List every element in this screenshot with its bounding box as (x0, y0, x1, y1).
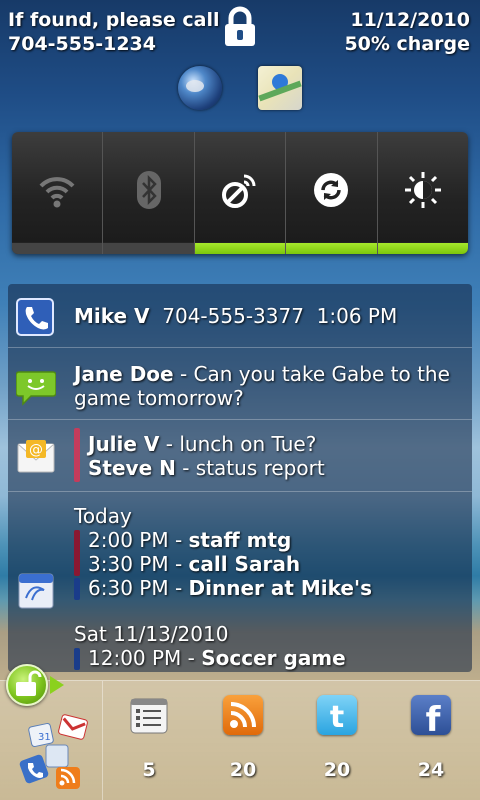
event-time: 6:30 PM (88, 576, 169, 600)
next-day-events: 12:00 PM - Soccer game (88, 646, 346, 670)
email-subject: status report (195, 456, 325, 480)
event-time: 2:00 PM (88, 528, 169, 552)
gps-icon (222, 174, 256, 208)
svg-text:@: @ (29, 442, 43, 458)
brightness-toggle[interactable] (377, 132, 468, 254)
date-text: 11/12/2010 (350, 9, 470, 31)
svg-text:31: 31 (38, 732, 51, 743)
call-time: 1:06 PM (316, 304, 398, 328)
svg-text:f: f (426, 700, 442, 735)
twitter-count: 20 (323, 759, 351, 781)
brightness-icon (404, 172, 441, 208)
brightness-indicator (377, 242, 468, 254)
launcher-dock: 31 5 20 t 20 f 24 (0, 680, 480, 800)
today-label: Today (74, 504, 132, 528)
event-bar (74, 530, 80, 576)
event-item[interactable]: 3:30 PM - call Sarah (88, 552, 372, 576)
event-title: Soccer game (201, 646, 346, 670)
event-time: 12:00 PM (88, 646, 182, 670)
wifi-indicator (12, 242, 103, 254)
sms-sender: Jane Doe (74, 362, 174, 386)
wifi-toggle[interactable] (12, 132, 104, 254)
tasks-icon (129, 695, 169, 735)
event-time: 3:30 PM (88, 552, 169, 576)
status-info: 11/12/2010 50% charge (344, 8, 470, 56)
sms-message-line2: game tomorrow? (74, 386, 244, 410)
email-item[interactable]: Steve N - status report (88, 456, 325, 480)
globe-icon[interactable] (178, 66, 222, 110)
battery-text: 50% charge (344, 33, 470, 55)
sync-toggle[interactable] (286, 132, 378, 254)
event-bar (74, 648, 80, 670)
owner-line-1: If found, please call (8, 9, 220, 31)
unlock-icon (16, 670, 42, 696)
caller-number: 704-555-3377 (162, 304, 304, 328)
caller-name: Mike V (74, 304, 150, 328)
dock-apps: 5 20 t 20 f 24 (102, 681, 480, 800)
calendar-row[interactable]: Today 2:00 PM - staff mtg 3:30 PM - call… (8, 492, 472, 672)
power-control-widget (12, 132, 468, 254)
dock-item-rss[interactable]: 20 (197, 695, 289, 781)
sync-indicator (286, 242, 377, 254)
owner-line-2: 704-555-1234 (8, 33, 156, 55)
email-item[interactable]: Julie V - lunch on Tue? (88, 432, 325, 456)
dock-item-tasks[interactable]: 5 (103, 695, 195, 781)
rss-count: 20 (229, 759, 257, 781)
rss-icon (223, 695, 263, 735)
dock-item-facebook[interactable]: f 24 (385, 695, 477, 781)
event-title: Dinner at Mike's (188, 576, 372, 600)
sms-entry: Jane Doe - Can you take Gabe to the game… (74, 362, 450, 410)
event-title: staff mtg (188, 528, 292, 552)
dock-item-twitter[interactable]: t 20 (291, 695, 383, 781)
svg-text:t: t (330, 700, 344, 735)
missed-call-row[interactable]: Mike V 704-555-3377 1:06 PM (8, 284, 472, 348)
gps-toggle[interactable] (194, 132, 287, 254)
app-cluster-icon[interactable]: 31 (16, 707, 96, 793)
bluetooth-indicator (103, 242, 194, 254)
event-bar (74, 578, 80, 600)
email-icon: @ (16, 438, 56, 478)
call-entry: Mike V 704-555-3377 1:06 PM (74, 304, 397, 328)
event-item[interactable]: 6:30 PM - Dinner at Mike's (88, 576, 372, 600)
facebook-icon: f (411, 695, 451, 740)
phone-icon (16, 298, 54, 336)
sms-separator: - (173, 362, 194, 386)
email-row[interactable]: @ Julie V - lunch on Tue? Steve N - stat… (8, 420, 472, 492)
email-sender: Steve N (88, 456, 176, 480)
gps-indicator (194, 242, 286, 254)
message-icon (15, 366, 57, 406)
event-item[interactable]: 2:00 PM - staff mtg (88, 528, 372, 552)
email-bar (74, 428, 80, 482)
facebook-count: 24 (417, 759, 445, 781)
tasks-count: 5 (142, 759, 156, 781)
maps-icon[interactable] (258, 66, 302, 110)
notifications-panel: Mike V 704-555-3377 1:06 PM Jane Doe - C… (8, 284, 472, 672)
event-item[interactable]: 12:00 PM - Soccer game (88, 646, 346, 670)
unlock-arrow-icon (50, 676, 64, 694)
email-list: Julie V - lunch on Tue? Steve N - status… (88, 432, 325, 480)
wifi-icon (39, 177, 75, 208)
next-day-label: Sat 11/13/2010 (74, 622, 229, 646)
calendar-icon (16, 570, 56, 610)
unlock-handle[interactable] (6, 664, 48, 706)
bluetooth-icon (136, 171, 161, 209)
sms-message-line1: Can you take Gabe to the (193, 362, 450, 386)
owner-info: If found, please call 704-555-1234 (8, 8, 220, 56)
bluetooth-toggle[interactable] (103, 132, 195, 254)
sms-row[interactable]: Jane Doe - Can you take Gabe to the game… (8, 348, 472, 420)
event-title: call Sarah (188, 552, 301, 576)
lock-icon[interactable] (220, 6, 260, 48)
email-sender: Julie V (88, 432, 160, 456)
sync-icon (314, 173, 349, 207)
today-events: 2:00 PM - staff mtg 3:30 PM - call Sarah… (88, 528, 372, 600)
email-subject: lunch on Tue? (179, 432, 317, 456)
twitter-icon: t (317, 695, 357, 735)
